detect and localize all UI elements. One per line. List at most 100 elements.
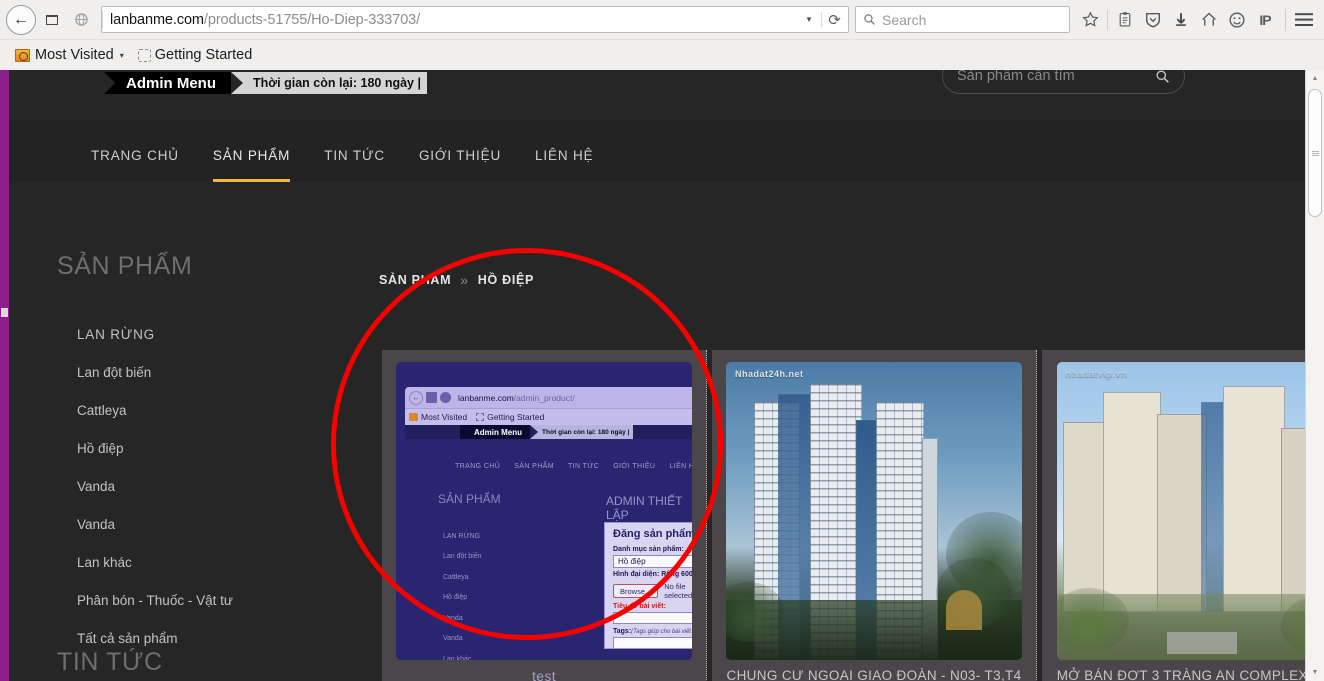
product-card[interactable]: Nhadat24h.net CHUNG CƯ NGOẠI GIAO ĐOÀN -… <box>712 350 1037 681</box>
nav-item-san-pham[interactable]: SẢN PHẨM <box>212 148 291 182</box>
site-globe-button[interactable] <box>67 7 95 33</box>
nested-sidebar-item: Lan khác <box>443 655 472 660</box>
nested-admin-menu-tab: Admin Menu <box>460 425 537 439</box>
chevron-down-icon: ▼ <box>805 15 813 24</box>
hamburger-menu-icon[interactable] <box>1290 5 1318 35</box>
nav-item-trang-chu[interactable]: TRANG CHỦ <box>91 148 179 182</box>
bookmark-most-visited[interactable]: Most Visited ▾ <box>8 44 131 67</box>
url-path: /products-51755/Ho-Diep-333703/ <box>203 11 421 28</box>
chevron-down-icon: ▾ <box>119 50 124 60</box>
bookmarks-toolbar: Most Visited ▾ Getting Started <box>0 39 1324 70</box>
nested-sidebar-item: Vanda <box>443 635 463 643</box>
sidebar-item-vanda-2[interactable]: Vanda <box>77 505 367 543</box>
url-history-dropdown[interactable]: ▼ <box>799 7 819 32</box>
nested-forward-icon <box>426 392 437 403</box>
nested-nav-item: TRANG CHỦ <box>455 462 501 470</box>
folder-icon <box>409 413 418 421</box>
home-icon[interactable] <box>1195 5 1223 35</box>
sidebar: SẢN PHẨM LAN RỪNG Lan đột biến Cattleya … <box>9 182 369 681</box>
browser-search-bar[interactable]: Search <box>855 6 1070 33</box>
breadcrumb: SẢN PHẨM » HỒ ĐIỆP <box>379 272 534 288</box>
page-scrollbar[interactable]: ▲ ▼ <box>1305 70 1324 681</box>
nav-item-tin-tuc[interactable]: TIN TỨC <box>324 148 385 182</box>
nested-file-row: Browse... No file selected. <box>613 582 692 600</box>
nested-heading-left: SẢN PHẨM <box>438 492 501 506</box>
sidebar-heading-news: TIN TỨC <box>57 648 163 676</box>
bookmark-star-icon[interactable] <box>1076 5 1104 35</box>
page-viewport: Admin Menu Thời gian còn lại: 180 ngày |… <box>0 70 1324 681</box>
nested-admin-screenshot: ← lanbanme.com/admin_product/ Most Visit… <box>396 362 692 660</box>
bookmark-label: Most Visited <box>35 47 114 63</box>
site-search-placeholder: Sản phẩm cần tìm <box>957 70 1075 84</box>
search-icon <box>1156 70 1169 83</box>
sidebar-item-lan-dot-bien[interactable]: Lan đột biến <box>77 353 367 391</box>
reload-button[interactable]: ⟳ <box>823 9 846 30</box>
nav-item-gioi-thieu[interactable]: GIỚI THIỆU <box>419 148 501 182</box>
back-button[interactable]: ← <box>6 4 36 35</box>
scrollbar-up-arrow-icon[interactable]: ▲ <box>1306 70 1324 87</box>
forward-button[interactable] <box>37 5 67 35</box>
reload-icon: ⟳ <box>828 11 841 29</box>
window-edge-strip <box>0 70 9 681</box>
nested-heading-right: ADMIN THIẾT LẬP <box>606 494 683 522</box>
nested-admin-time-label: Thời gian còn lại: 180 ngày | <box>542 428 630 436</box>
breadcrumb-current: HỒ ĐIỆP <box>477 273 535 287</box>
apartment-photo: Nhadat24h.net <box>726 362 1022 660</box>
breadcrumb-separator-icon: » <box>460 272 469 288</box>
feedback-smiley-icon[interactable] <box>1223 5 1251 35</box>
url-bar[interactable]: lanbanme.com/products-51755/Ho-Diep-3337… <box>101 6 849 33</box>
content-row: SẢN PHẨM LAN RỪNG Lan đột biến Cattleya … <box>9 182 1324 681</box>
product-grid: ← lanbanme.com/admin_product/ Most Visit… <box>382 350 1324 681</box>
admin-menu-bar: Admin Menu Thời gian còn lại: 180 ngày | <box>104 72 427 94</box>
product-thumbnail[interactable]: nhadatvip.vn <box>1056 362 1324 660</box>
scrollbar-down-arrow-icon[interactable]: ▼ <box>1306 664 1324 681</box>
product-card[interactable]: ← lanbanme.com/admin_product/ Most Visit… <box>382 350 707 681</box>
nested-sidebar-item: LAN RỪNG <box>443 532 481 540</box>
bookmark-getting-started[interactable]: Getting Started <box>131 44 260 67</box>
nested-category-label: Danh mục sản phẩm: <box>613 546 684 553</box>
nested-bookmark-label: Getting Started <box>487 412 545 422</box>
sidebar-category-list: LAN RỪNG Lan đột biến Cattleya Hồ điệp V… <box>77 315 367 657</box>
url-text: lanbanme.com/products-51755/Ho-Diep-3337… <box>110 12 420 28</box>
reading-list-icon[interactable] <box>1111 5 1139 35</box>
nested-nav-item: TIN TỨC <box>567 462 600 470</box>
nested-url-row: ← lanbanme.com/admin_product/ <box>405 387 692 408</box>
browser-search-placeholder: Search <box>882 11 927 28</box>
nested-category-select: Hồ điệp <box>613 555 692 568</box>
nested-tags-label-text: Tags: <box>613 628 632 635</box>
nested-image-label: Hình đại diện: Rộng 600px và C <box>613 571 692 578</box>
admin-menu-tab[interactable]: Admin Menu <box>104 72 243 94</box>
nav-item-lien-he[interactable]: LIÊN HỆ <box>535 148 593 182</box>
admin-time-remaining-badge: Thời gian còn lại: 180 ngày | <box>231 72 427 94</box>
site-search-box[interactable]: Sản phẩm cần tìm <box>942 70 1185 94</box>
sidebar-item-lan-rung[interactable]: LAN RỪNG <box>77 315 367 353</box>
nested-browser-chrome: ← lanbanme.com/admin_product/ Most Visit… <box>405 387 692 425</box>
ip-addon-icon[interactable]: IP <box>1251 5 1279 35</box>
downloads-icon[interactable] <box>1167 5 1195 35</box>
breadcrumb-parent[interactable]: SẢN PHẨM <box>379 273 451 287</box>
sidebar-item-ho-diep[interactable]: Hồ điệp <box>77 429 367 467</box>
scrollbar-thumb[interactable] <box>1308 89 1322 217</box>
sidebar-item-vanda-1[interactable]: Vanda <box>77 467 367 505</box>
sidebar-item-phan-bon[interactable]: Phân bón - Thuốc - Vật tư <box>77 581 367 619</box>
product-thumbnail[interactable]: Nhadat24h.net <box>726 362 1022 660</box>
window-edge-handle[interactable] <box>1 308 8 317</box>
site-main-nav: TRANG CHỦ SẢN PHẨM TIN TỨC GIỚI THIỆU LI… <box>9 120 1305 182</box>
product-card[interactable]: nhadatvip.vn MỞ BÁN ĐỢT 3 TRÀNG AN COMPL… <box>1042 350 1324 681</box>
nested-file-status: No file selected. <box>664 582 692 600</box>
browser-chrome: ← lanbanme.com/products-51755/Ho-Diep-33… <box>0 0 1324 70</box>
pocket-shield-icon[interactable] <box>1139 5 1167 35</box>
sidebar-item-cattleya[interactable]: Cattleya <box>77 391 367 429</box>
nested-admin-menu-label: Admin Menu <box>474 427 522 437</box>
sidebar-item-lan-khac[interactable]: Lan khác <box>77 543 367 581</box>
admin-time-label: Thời gian còn lại: 180 ngày | <box>253 76 421 90</box>
product-thumbnail[interactable]: ← lanbanme.com/admin_product/ Most Visit… <box>396 362 692 660</box>
nested-sidebar-list: LAN RỪNG Lan đột biến Cattleya Hồ điệp V… <box>443 526 563 660</box>
nested-browse-button: Browse... <box>613 584 659 598</box>
nested-nav-item: SẢN PHẨM <box>514 462 554 470</box>
nested-tags-label: Tags:(Tags giúp cho bài viết của bạn đượ <box>613 628 692 635</box>
nested-tags-hint: (Tags giúp cho bài viết của bạn đượ <box>631 629 692 635</box>
main-column: SẢN PHẨM » HỒ ĐIỆP ← lanbanme.com/admin_… <box>369 182 1324 681</box>
nested-sidebar-item: Vanda <box>443 614 463 622</box>
nested-url-host: lanbanme.com <box>458 392 514 403</box>
